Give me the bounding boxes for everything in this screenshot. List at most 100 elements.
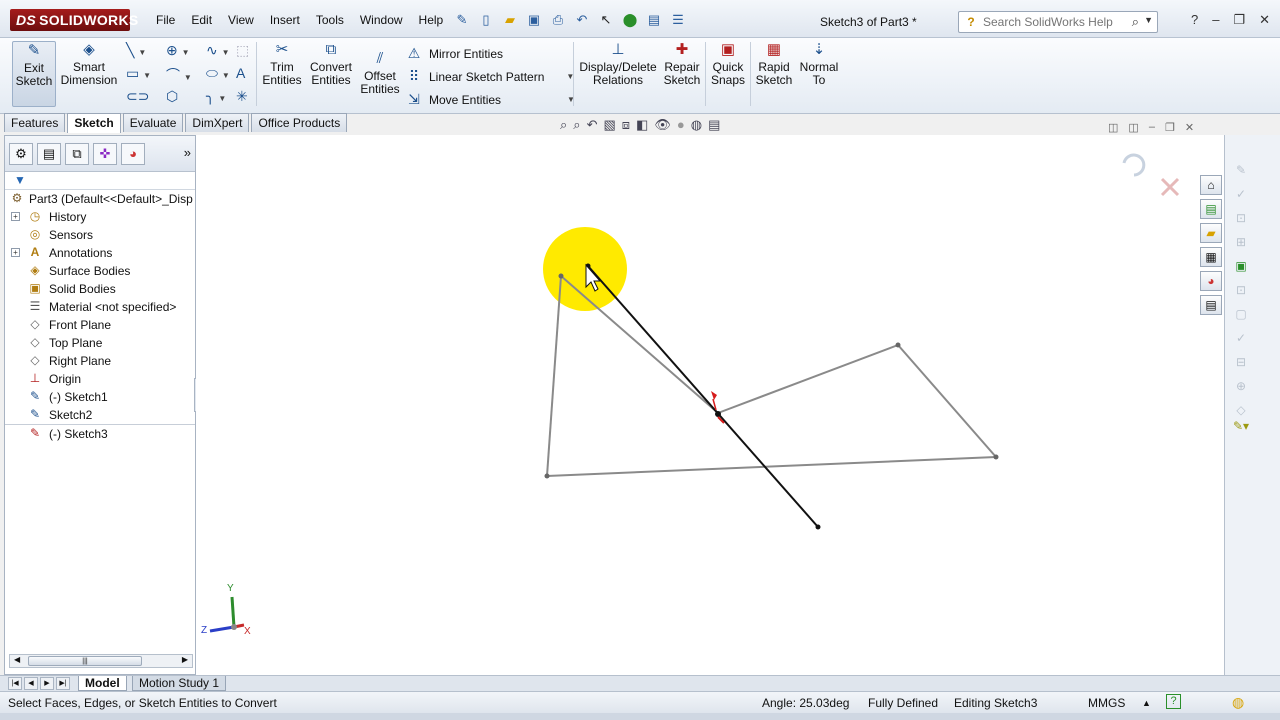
close-icon[interactable]: ✕	[1259, 12, 1270, 28]
normal-to-button[interactable]: ⇣ Normal To	[798, 41, 840, 87]
file-explorer-icon[interactable]: ▰	[1200, 223, 1222, 243]
convert-entities-button[interactable]: ⧉ Convert Entities	[306, 41, 356, 87]
sketch-ink-icon[interactable]: ✎▾	[1231, 419, 1251, 437]
graphics-area[interactable]: Y Z X	[196, 135, 1224, 675]
configuration-manager-tab-icon[interactable]: ⧉	[65, 143, 89, 165]
options-icon[interactable]: ☰	[668, 11, 688, 28]
new-document-icon[interactable]: ▯	[476, 11, 496, 28]
move-entities-button[interactable]: ⇲ Move Entities ▼	[405, 88, 575, 111]
scrollbar-thumb[interactable]: |||	[28, 656, 142, 666]
solidworks-resources-icon[interactable]: ⌂	[1200, 175, 1222, 195]
tab-sketch[interactable]: Sketch	[67, 113, 121, 133]
plane-sketch-icon[interactable]: ⬚	[236, 42, 256, 61]
tree-item-right-plane[interactable]: ◇ Right Plane	[5, 352, 195, 370]
viewport-close-icon[interactable]: ✕	[1185, 121, 1194, 134]
tree-item-sketch2[interactable]: ✎ Sketch2	[5, 406, 195, 424]
sketch-canvas[interactable]: Y Z X	[196, 135, 1224, 675]
previous-view-icon[interactable]: ↶	[587, 117, 598, 133]
save-icon[interactable]: ▣	[524, 11, 544, 28]
solidworks-logo[interactable]: DS SOLIDWORKS	[10, 9, 138, 31]
scroll-right-icon[interactable]: ▶	[182, 655, 188, 664]
line-endpoint[interactable]	[815, 524, 821, 530]
tree-item-front-plane[interactable]: ◇ Front Plane	[5, 316, 195, 334]
display-style-icon[interactable]: ◧	[636, 117, 648, 133]
search-icon[interactable]: ⌕	[1132, 14, 1139, 30]
tab-evaluate[interactable]: Evaluate	[122, 113, 184, 132]
arc-icon[interactable]: ⌒ ▼	[166, 65, 206, 84]
sketch-point[interactable]	[895, 342, 901, 348]
tab-dimxpert[interactable]: DimXpert	[185, 113, 250, 132]
tree-item-sketch1[interactable]: ✎ (-) Sketch1	[5, 388, 195, 406]
menu-help[interactable]: Help	[411, 10, 452, 30]
rebuild-status-icon[interactable]: ◍	[1232, 694, 1244, 711]
tree-item-history[interactable]: + ◷ History	[5, 208, 195, 226]
tab-model[interactable]: Model	[78, 676, 127, 691]
quick-snaps-button[interactable]: ▣ Quick Snaps	[708, 41, 748, 87]
restore-icon[interactable]: ❐	[1233, 12, 1245, 28]
slot-icon[interactable]: ⊂⊃	[126, 88, 166, 107]
add-in-icon[interactable]: ▣	[1231, 259, 1251, 277]
menu-tools[interactable]: Tools	[308, 10, 352, 30]
display-manager-tab-icon[interactable]: ◕	[121, 143, 145, 165]
view-orientation-icon[interactable]: ⧈	[622, 117, 630, 133]
view-settings-icon[interactable]: ▤	[708, 117, 720, 133]
unit-system[interactable]: MMGS	[1088, 696, 1125, 710]
tree-item-surface-bodies[interactable]: ◈ Surface Bodies	[5, 262, 195, 280]
menu-window[interactable]: Window	[352, 10, 411, 30]
tab-motion-study[interactable]: Motion Study 1	[132, 676, 227, 691]
sketch-line[interactable]	[897, 344, 997, 458]
prev-tab-icon[interactable]: ◀	[24, 677, 38, 690]
quick-tips-icon[interactable]: ?	[1166, 694, 1181, 709]
linear-sketch-pattern-button[interactable]: ⠿ Linear Sketch Pattern ▼	[405, 65, 575, 88]
expand-icon[interactable]: +	[11, 212, 20, 221]
undo-icon[interactable]: ↶	[572, 11, 592, 28]
offset-entities-button[interactable]: ⫽ Offset Entities	[358, 50, 402, 96]
tree-item-sensors[interactable]: ◎ Sensors	[5, 226, 195, 244]
apply-scene-icon[interactable]: ◍	[691, 117, 702, 133]
tab-office-products[interactable]: Office Products	[251, 113, 348, 132]
point-icon[interactable]: ✳	[236, 88, 256, 107]
search-input[interactable]	[983, 14, 1133, 30]
exit-sketch-button[interactable]: ✎ Exit Sketch	[12, 41, 56, 107]
file-properties-icon[interactable]: ▤	[644, 11, 664, 28]
view-palette-icon[interactable]: ▦	[1200, 247, 1222, 267]
tree-root[interactable]: ⚙ Part3 (Default<<Default>_Disp	[5, 190, 195, 208]
select-arrow-icon[interactable]: ↖	[596, 11, 616, 28]
tree-horizontal-scrollbar[interactable]: ◀ ||| ▶	[9, 654, 193, 668]
tab-features[interactable]: Features	[4, 113, 66, 132]
zoom-to-fit-icon[interactable]: ⌕	[560, 117, 567, 133]
rectangle-icon[interactable]: ▭ ▼	[126, 65, 166, 84]
rapid-sketch-button[interactable]: ▦ Rapid Sketch	[754, 41, 794, 87]
hide-show-items-icon[interactable]: 👁	[654, 117, 671, 133]
rebuild-confirm-icon[interactable]	[1122, 153, 1146, 177]
sketch-point[interactable]	[544, 473, 550, 479]
last-tab-icon[interactable]: ▶|	[56, 677, 70, 690]
repair-sketch-button[interactable]: ✚ Repair Sketch	[662, 41, 702, 87]
custom-properties-icon[interactable]: ▤	[1200, 295, 1222, 315]
dimxpert-manager-tab-icon[interactable]: ✜	[93, 143, 117, 165]
next-tab-icon[interactable]: ▶	[40, 677, 54, 690]
menu-file[interactable]: File	[148, 10, 183, 30]
tree-filter[interactable]: ▼	[5, 172, 195, 190]
open-icon[interactable]: ▰	[500, 11, 520, 28]
menu-insert[interactable]: Insert	[262, 10, 308, 30]
scroll-left-icon[interactable]: ◀	[14, 655, 20, 664]
sketch-line[interactable]	[546, 275, 562, 477]
help-icon[interactable]: ?	[1191, 12, 1198, 28]
line-icon[interactable]: ╲ ▼	[126, 42, 166, 61]
pin-icon[interactable]: ✎	[452, 11, 472, 28]
design-library-icon[interactable]: ▤	[1200, 199, 1222, 219]
search-dropdown-icon[interactable]: ▼	[1144, 15, 1153, 25]
tree-item-annotations[interactable]: + A Annotations	[5, 244, 195, 262]
tree-item-material[interactable]: ☰ Material <not specified>	[5, 298, 195, 316]
tree-item-top-plane[interactable]: ◇ Top Plane	[5, 334, 195, 352]
sketch-point[interactable]	[993, 454, 999, 460]
intersection-point[interactable]	[715, 411, 721, 417]
split-vertical-icon[interactable]: ◫	[1128, 121, 1138, 134]
trim-entities-button[interactable]: ✂ Trim Entities	[260, 41, 304, 87]
print-icon[interactable]: ⎙	[548, 11, 568, 28]
sketch-line[interactable]	[717, 344, 899, 414]
mirror-entities-button[interactable]: ⚠ Mirror Entities	[405, 42, 575, 65]
property-manager-tab-icon[interactable]: ▤	[37, 143, 61, 165]
first-tab-icon[interactable]: |◀	[8, 677, 22, 690]
